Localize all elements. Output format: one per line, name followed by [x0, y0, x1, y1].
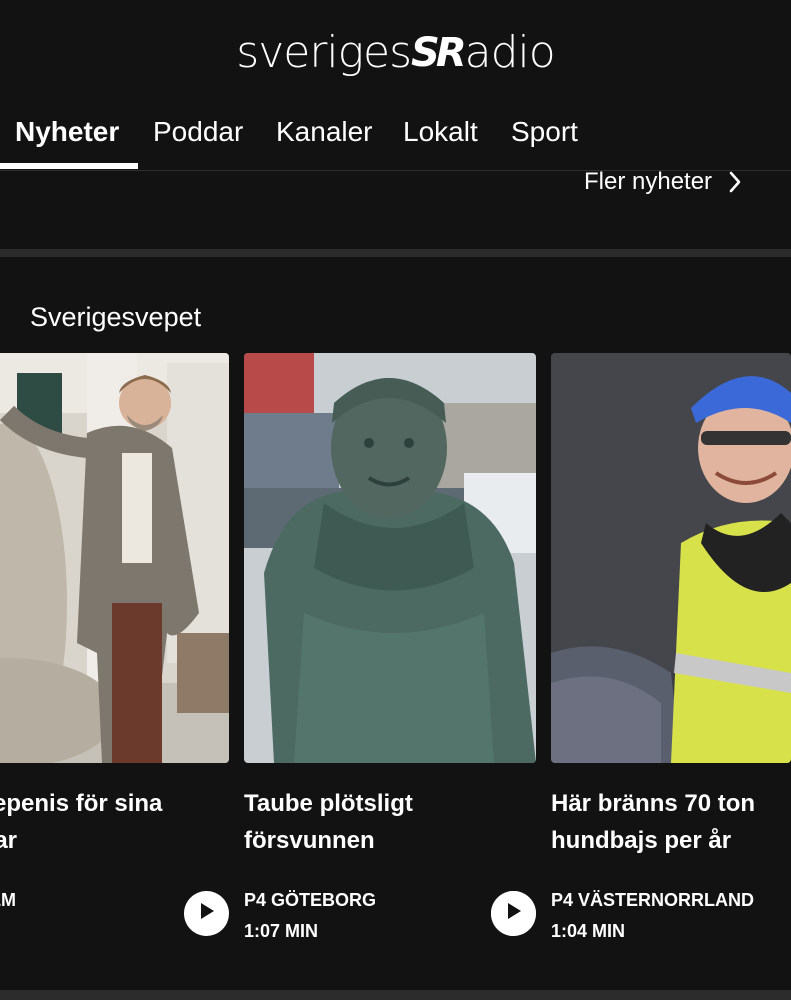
main-nav: Nyheter Poddar Kanaler Lokalt Sport [0, 100, 791, 171]
tab-lokalt[interactable]: Lokalt [403, 116, 478, 148]
logo-text-right: adio [464, 26, 556, 78]
logo-text-left: sveriges [236, 26, 412, 78]
episode-card[interactable]: Taube plötsligt försvunnen P4 GÖTEBORG 1… [244, 353, 536, 941]
episode-title[interactable]: Taube plötsligt försvunnen [244, 785, 544, 859]
bottom-divider [0, 990, 791, 1000]
episode-image[interactable] [244, 353, 536, 763]
more-news-label: Fler nyheter [584, 168, 713, 195]
header: sveriges SR adio [0, 0, 791, 95]
episode-title-line1: Taube plötsligt [244, 790, 413, 817]
app-root: sveriges SR adio Nyheter Poddar Kanaler Lo… [0, 0, 791, 1000]
active-tab-indicator [0, 163, 138, 169]
play-button[interactable] [184, 891, 229, 936]
play-icon [198, 901, 216, 926]
section-title: Sverigesvepet [30, 302, 202, 332]
episode-title[interactable]: e jättepenis för sina pengar [0, 785, 237, 859]
episode-duration: 1:04 MIN [551, 921, 626, 941]
episode-channel: CKHOLM [0, 890, 16, 910]
episode-title-line1: e jättepenis för sina [0, 790, 163, 817]
section-divider [0, 249, 791, 257]
episode-card[interactable]: e jättepenis för sina pengar CKHOLM N [0, 353, 229, 936]
sveriges-radio-logo[interactable]: sveriges SR adio [236, 26, 556, 78]
episode-image[interactable] [0, 353, 229, 763]
play-button[interactable] [491, 891, 536, 936]
episode-title[interactable]: Här bränns 70 ton hundbajs per år [551, 785, 791, 859]
episode-title-line2: försvunnen [244, 827, 375, 854]
episode-card[interactable]: Här bränns 70 ton hundbajs per år P4 VÄS… [551, 353, 791, 941]
tab-poddar[interactable]: Poddar [153, 116, 243, 148]
tab-kanaler[interactable]: Kanaler [276, 116, 373, 148]
episode-title-line1: Här bränns 70 ton [551, 790, 756, 817]
more-news-link[interactable]: Fler nyheter [584, 168, 742, 196]
play-icon [505, 901, 523, 926]
tab-sport[interactable]: Sport [511, 116, 578, 148]
episode-image[interactable] [551, 353, 791, 763]
episode-channel: P4 VÄSTERNORRLAND [551, 890, 755, 910]
tab-nyheter[interactable]: Nyheter [15, 116, 119, 148]
episode-title-line2: hundbajs per år [551, 827, 732, 854]
logo-sr-mark: SR [411, 29, 467, 76]
chevron-right-icon [728, 170, 742, 194]
episode-title-line2: pengar [0, 827, 18, 854]
episode-duration: 1:07 MIN [244, 921, 319, 941]
episode-channel: P4 GÖTEBORG [244, 890, 377, 910]
